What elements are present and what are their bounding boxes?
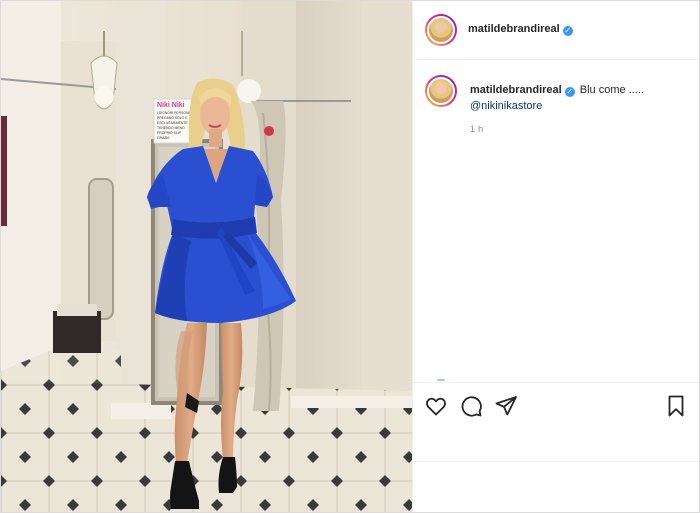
heart-icon[interactable]: [424, 394, 448, 418]
author-username[interactable]: matildebrandireal ✓: [468, 23, 573, 36]
post-photo[interactable]: Niki Niki I SIGNORI PERSONE PREGANO SOLO…: [1, 1, 412, 512]
photo-illustration: Niki Niki I SIGNORI PERSONE PREGANO SOLO…: [1, 1, 412, 512]
action-bar: [413, 382, 699, 428]
divider: [413, 461, 699, 462]
svg-text:PREGANO SOLO E: PREGANO SOLO E: [157, 116, 188, 120]
verified-badge-icon: ✓: [564, 87, 575, 97]
caption-text: matildebrandireal ✓ Blu come ..... @nikin…: [470, 82, 690, 114]
post-header: matildebrandireal ✓: [413, 1, 699, 60]
post-sidebar: matildebrandireal ✓ matildebrandireal ✓ Bl…: [412, 1, 699, 512]
svg-text:I SIGNORI PERSONE: I SIGNORI PERSONE: [157, 111, 191, 115]
svg-text:GRAZIE: GRAZIE: [157, 136, 170, 140]
caption-mention-link[interactable]: @nikinikastore: [470, 100, 542, 112]
svg-text:Niki Niki: Niki Niki: [157, 102, 185, 109]
post-timestamp[interactable]: 1 h: [470, 124, 483, 134]
scroll-indicator: [437, 379, 445, 381]
svg-text:PROPRIO SLIP: PROPRIO SLIP: [157, 131, 182, 135]
author-avatar[interactable]: [425, 14, 457, 46]
caption-body: Blu come .....: [579, 84, 644, 96]
caption-avatar[interactable]: [425, 75, 457, 107]
caption-username[interactable]: matildebrandireal ✓: [470, 84, 575, 97]
bookmark-icon[interactable]: [664, 394, 688, 418]
paper-plane-icon[interactable]: [494, 394, 518, 418]
instagram-post: Niki Niki I SIGNORI PERSONE PREGANO SOLO…: [0, 0, 700, 513]
comment-icon[interactable]: [459, 394, 483, 418]
svg-text:ESCLUSIVAMENTE: ESCLUSIVAMENTE: [157, 121, 188, 125]
svg-text:TENENDO MENO: TENENDO MENO: [157, 126, 185, 130]
verified-badge-icon: ✓: [562, 26, 573, 36]
